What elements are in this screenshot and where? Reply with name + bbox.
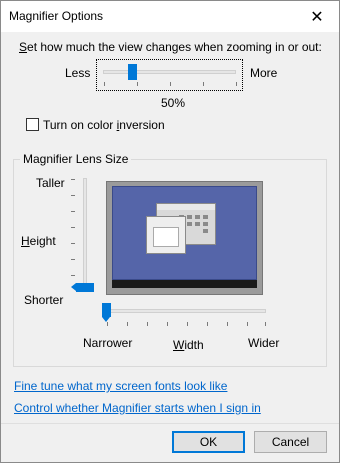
shorter-label: Shorter (24, 293, 64, 307)
zoom-tick (170, 82, 171, 86)
ok-button[interactable]: OK (172, 431, 245, 453)
height-tick (71, 243, 75, 244)
color-inversion-checkbox[interactable] (26, 118, 39, 131)
width-tick (147, 322, 148, 326)
zoom-tick (137, 82, 138, 86)
more-label: More (250, 66, 278, 80)
window-title: Magnifier Options (9, 9, 104, 23)
taller-label: Taller (36, 176, 65, 190)
height-tick (71, 179, 75, 180)
zoom-tick (104, 82, 105, 86)
width-tick (207, 322, 208, 326)
width-tick (107, 322, 108, 326)
lens-size-group-title: Magnifier Lens Size (20, 152, 132, 166)
zoom-slider-track (103, 70, 236, 74)
zoom-tick (236, 82, 237, 86)
wider-label: Wider (248, 336, 280, 350)
less-label: Less (65, 66, 91, 80)
close-icon[interactable]: ✕ (295, 1, 339, 32)
cancel-button[interactable]: Cancel (254, 431, 327, 453)
height-slider-track[interactable] (83, 178, 87, 291)
preview-grid-cell (203, 229, 208, 233)
height-tick (71, 195, 75, 196)
width-tick (227, 322, 228, 326)
preview-front-window-content (153, 227, 179, 247)
preview-front-window (146, 216, 186, 254)
narrower-label: Narrower (83, 336, 133, 350)
zoom-slider[interactable] (96, 59, 243, 91)
height-tick (71, 275, 75, 276)
zoom-change-label: Set how much the view changes when zoomi… (19, 40, 322, 54)
height-label: Height (21, 234, 56, 248)
width-tick (247, 322, 248, 326)
height-tick (71, 227, 75, 228)
width-slider-thumb[interactable] (102, 303, 111, 317)
title-bar: Magnifier Options ✕ (1, 1, 339, 32)
lens-preview-monitor (106, 181, 263, 295)
color-inversion-label[interactable]: Turn on color inversion (43, 118, 165, 132)
width-tick (187, 322, 188, 326)
width-label: Width (173, 338, 204, 352)
height-tick (71, 259, 75, 260)
zoom-slider-thumb[interactable] (128, 64, 137, 80)
preview-grid-cell (203, 222, 208, 226)
preview-grid-cell (203, 215, 208, 219)
zoom-value: 50% (161, 96, 186, 110)
preview-taskbar (112, 280, 257, 288)
width-slider-thumb-tip (102, 317, 110, 322)
preview-grid-cell (195, 215, 200, 219)
width-tick (265, 322, 266, 326)
width-slider-track[interactable] (106, 309, 266, 313)
preview-grid-cell (195, 222, 200, 226)
width-tick (127, 322, 128, 326)
height-slider-thumb[interactable] (76, 283, 94, 292)
width-tick (167, 322, 168, 326)
preview-desktop (112, 186, 257, 280)
zoom-tick (203, 82, 204, 86)
preview-grid-cell (187, 222, 192, 226)
magnifier-startup-link[interactable]: Control whether Magnifier starts when I … (14, 401, 261, 415)
preview-grid-cell (187, 215, 192, 219)
preview-window-titlebar (157, 204, 215, 210)
magnifier-options-dialog: Magnifier Options ✕ Set how much the vie… (0, 0, 340, 463)
fine-tune-fonts-link[interactable]: Fine tune what my screen fonts look like (14, 379, 227, 393)
height-tick (71, 211, 75, 212)
